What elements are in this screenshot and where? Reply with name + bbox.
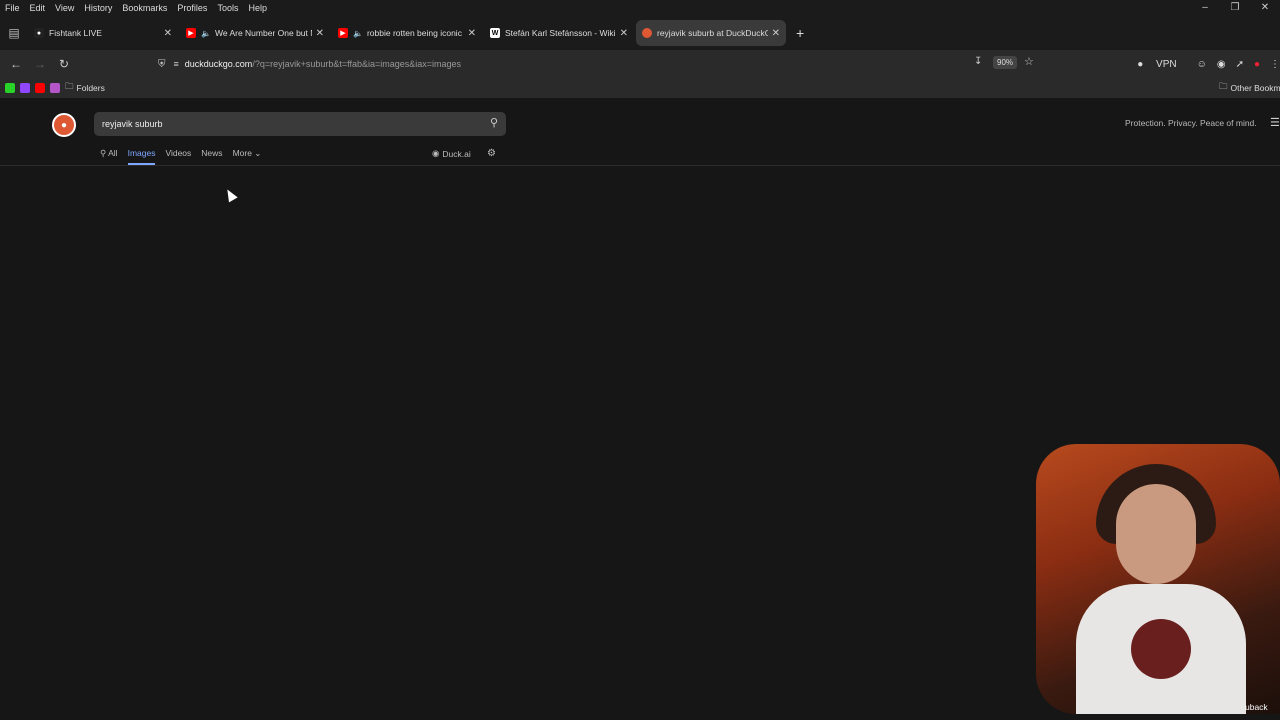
menu-bar: File Edit View History Bookmarks Profile… <box>0 0 1280 16</box>
tab-more[interactable]: More ⌄ <box>233 148 262 165</box>
close-tab-icon[interactable]: ✕ <box>164 28 172 39</box>
download-icon[interactable]: ↧ <box>974 56 982 67</box>
shield-icon[interactable]: ⛨ <box>158 59 166 70</box>
search-box[interactable]: reyjavik suburb ⚲ <box>94 112 506 136</box>
close-tab-icon[interactable]: ✕ <box>620 28 628 39</box>
bookmark-folders[interactable]: 🗀 Folders <box>65 81 105 95</box>
close-tab-icon[interactable]: ✕ <box>316 28 324 39</box>
folder-icon: 🗀 <box>65 81 74 91</box>
search-icon[interactable]: ⚲ <box>490 116 498 129</box>
close-tab-icon[interactable]: ✕ <box>772 28 780 39</box>
extensions-icon[interactable]: ◉ <box>1217 59 1226 70</box>
tab-videos[interactable]: Videos <box>165 148 191 165</box>
youtube-icon: ▶ <box>338 28 348 38</box>
folders-label: Folders <box>76 83 105 93</box>
menu-bookmarks[interactable]: Bookmarks <box>117 3 172 13</box>
tab-label: robbie rotten being iconic I <box>366 28 464 38</box>
minimize-icon[interactable]: – <box>1190 0 1220 16</box>
site-info-icon[interactable]: ≡ <box>174 59 179 69</box>
vpn-icon: ● <box>1137 58 1147 70</box>
close-tab-icon[interactable]: ✕ <box>468 28 476 39</box>
mute-icon[interactable]: 🔈 <box>353 29 363 38</box>
chevron-down-icon: ⌄ <box>251 148 262 158</box>
search-nav: ⚲ All Images Videos News More ⌄ <box>100 148 271 165</box>
shirt-logo <box>1131 619 1191 679</box>
duck-ai-label: Duck.ai <box>442 148 471 159</box>
bookmarks-bar: 🗀 Folders 🗀 Other Bookmarks <box>0 78 1280 98</box>
tab-label: reyjavik suburb at DuckDuckGo <box>657 28 768 38</box>
menu-tools[interactable]: Tools <box>212 3 243 13</box>
menu-icon[interactable]: ⋮ <box>1270 59 1280 70</box>
search-input[interactable]: reyjavik suburb <box>102 119 163 129</box>
bookmark-youtube-icon[interactable] <box>35 83 45 93</box>
pin-icon[interactable]: ➚ <box>1236 59 1244 70</box>
menu-history[interactable]: History <box>79 3 117 13</box>
bookmark-app-icon[interactable] <box>50 83 60 93</box>
webcam-overlay <box>1036 444 1280 714</box>
tab-images[interactable]: Images <box>127 148 156 165</box>
tab-bar: ▤ ● Fishtank LIVE ✕ ▶ 🔈 We Are Number On… <box>0 16 1280 50</box>
tab-menu-icon[interactable]: ▤ <box>0 16 28 50</box>
account-icon[interactable]: ☺ <box>1197 59 1207 70</box>
menu-profiles[interactable]: Profiles <box>172 3 212 13</box>
tab-news[interactable]: News <box>201 148 222 165</box>
mouse-cursor-icon <box>223 187 238 203</box>
menu-help[interactable]: Help <box>243 3 272 13</box>
bookmark-kick-icon[interactable] <box>5 83 15 93</box>
navigation-bar: ← → ↻ ⛨ ≡ duckduckgo.com /?q=reyjavik+su… <box>0 50 1280 78</box>
wikipedia-icon: W <box>490 28 500 38</box>
search-icon: ⚲ <box>100 148 109 158</box>
tab-label: We Are Number One but N <box>214 28 312 38</box>
duckduckgo-logo-icon[interactable]: ● <box>52 113 76 137</box>
tab-label: Fishtank LIVE <box>49 28 102 38</box>
tab-all-label: All <box>108 148 118 158</box>
vpn-label: VPN <box>1156 58 1177 70</box>
duckduckgo-icon <box>642 28 652 38</box>
hamburger-menu-icon[interactable]: ☰ <box>1270 116 1280 129</box>
window-controls: – ❐ ✕ <box>1190 0 1280 16</box>
url-path: /?q=reyjavik+suburb&t=ffab&ia=images&iax… <box>252 59 462 69</box>
tab-all[interactable]: ⚲ All <box>100 148 118 165</box>
tab-fishtank[interactable]: ● Fishtank LIVE ✕ <box>28 20 178 46</box>
url-host: duckduckgo.com <box>184 59 253 69</box>
gear-icon[interactable]: ⚙ <box>487 148 496 159</box>
webcam-person-face <box>1116 484 1196 584</box>
menu-view[interactable]: View <box>50 3 79 13</box>
other-bookmarks-label: Other Bookmarks <box>1230 83 1280 93</box>
tagline: Protection. Privacy. Peace of mind. <box>1125 118 1257 128</box>
feedback-label[interactable]: uback <box>1245 702 1268 712</box>
bookmark-twitch-icon[interactable] <box>20 83 30 93</box>
profile-icon[interactable]: ● <box>1254 59 1260 70</box>
address-bar[interactable]: ⛨ ≡ duckduckgo.com /?q=reyjavik+suburb&t… <box>158 53 1046 75</box>
back-icon[interactable]: ← <box>4 57 28 71</box>
forward-icon[interactable]: → <box>28 57 52 71</box>
toolbar-right: ● VPN ☺ ◉ ➚ ● ⋮ <box>1137 50 1280 78</box>
mute-icon[interactable]: 🔈 <box>201 29 211 38</box>
duck-ai-button[interactable]: ◉ Duck.ai <box>432 148 471 159</box>
youtube-icon: ▶ <box>186 28 196 38</box>
close-window-icon[interactable]: ✕ <box>1250 0 1280 16</box>
tab-we-are-number-one[interactable]: ▶ 🔈 We Are Number One but N ✕ <box>180 20 330 46</box>
tab-duckduckgo[interactable]: reyjavik suburb at DuckDuckGo ✕ <box>636 20 786 46</box>
zoom-level[interactable]: 90% <box>993 56 1018 69</box>
restore-icon[interactable]: ❐ <box>1220 0 1250 16</box>
divider <box>0 165 1280 166</box>
vpn-button[interactable]: ● VPN <box>1137 59 1186 70</box>
folder-icon: 🗀 <box>1219 81 1228 91</box>
star-icon[interactable]: ☆ <box>1024 55 1034 68</box>
fishtank-icon: ● <box>34 28 44 38</box>
new-tab-icon[interactable]: + <box>788 25 812 41</box>
duck-ai-icon: ◉ <box>432 148 440 158</box>
tab-more-label: More <box>232 148 252 158</box>
menu-edit[interactable]: Edit <box>25 3 51 13</box>
tab-robbie-rotten[interactable]: ▶ 🔈 robbie rotten being iconic I ✕ <box>332 20 482 46</box>
tab-wikipedia[interactable]: W Stefán Karl Stefánsson - Wikipe ✕ <box>484 20 634 46</box>
menu-file[interactable]: File <box>0 3 25 13</box>
bookmark-other[interactable]: 🗀 Other Bookmarks <box>1219 81 1280 95</box>
reload-icon[interactable]: ↻ <box>52 57 76 71</box>
tab-label: Stefán Karl Stefánsson - Wikipe <box>505 28 616 38</box>
